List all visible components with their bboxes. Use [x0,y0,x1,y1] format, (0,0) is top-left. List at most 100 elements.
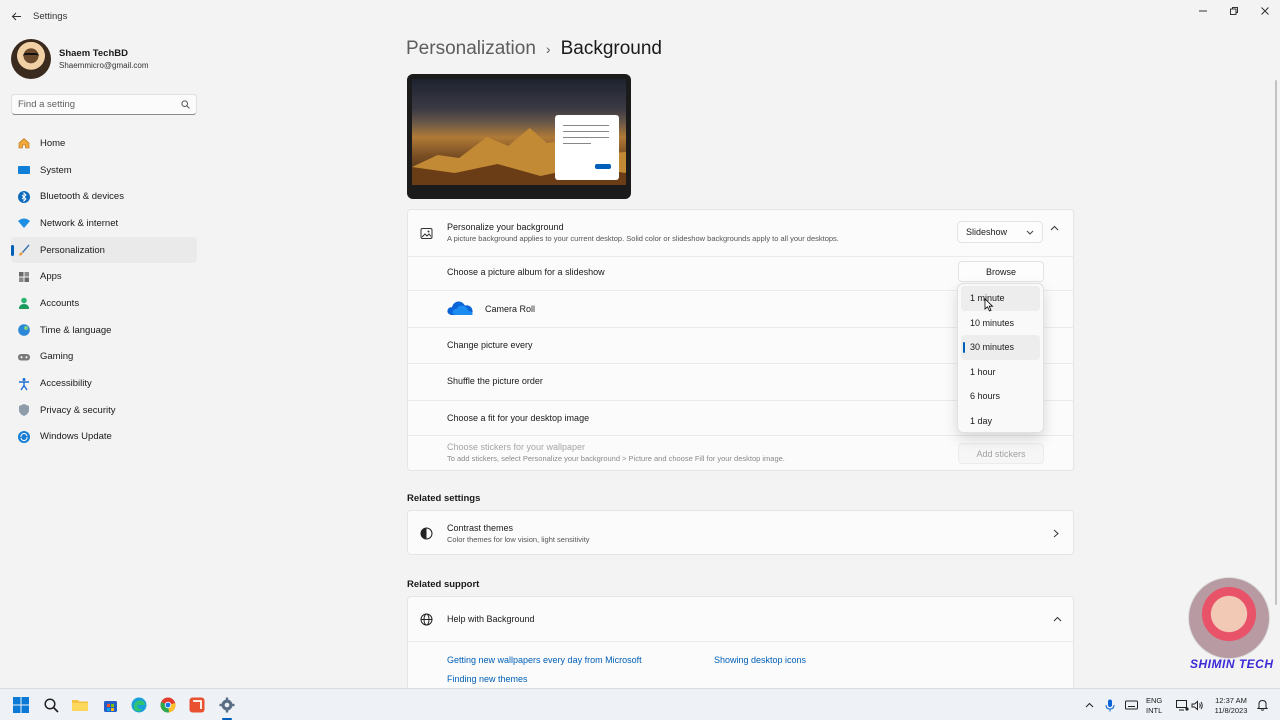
link-desktop-icons[interactable]: Showing desktop icons [714,655,806,665]
sidebar-item-windows-update[interactable]: Windows Update [11,424,197,451]
mouse-cursor-icon [984,298,994,312]
start-button[interactable] [12,696,30,714]
browse-button[interactable]: Browse [958,261,1044,282]
bell-icon [1256,699,1268,711]
sidebar-item-home[interactable]: Home [11,130,197,157]
sidebar-item-label: Accounts [40,297,80,309]
sidebar-item-gaming[interactable]: Gaming [11,344,197,371]
store-button[interactable] [101,696,119,714]
wifi-icon [17,216,31,230]
preview-window [555,115,619,180]
background-mode-dropdown[interactable]: Slideshow [957,221,1043,243]
title-bar: Settings [0,0,1280,32]
clock[interactable]: 12:37 AM 11/8/2023 [1210,696,1252,716]
preview-image [412,79,626,185]
sidebar-item-label: Gaming [40,351,74,363]
sidebar-item-label: Home [40,137,66,149]
sidebar-nav: Home System Bluetooth & devices Network … [11,130,197,450]
language-code: ENG [1146,696,1163,705]
clock-date: 11/8/2023 [1214,706,1248,715]
sidebar-item-label: Time & language [40,324,112,336]
link-new-themes[interactable]: Finding new themes [447,674,528,684]
edge-button[interactable] [130,696,148,714]
windows-logo-icon [13,697,29,713]
chevron-up-icon[interactable] [1053,616,1062,622]
interval-option[interactable]: 1 minute [961,286,1040,311]
sidebar-item-accessibility[interactable]: Accessibility [11,370,197,397]
sidebar-item-label: System [40,164,72,176]
user-profile[interactable]: Shaem TechBD Shaemmicro@gmail.com [11,39,148,79]
search-input[interactable] [18,99,181,110]
sidebar-item-label: Network & internet [40,217,119,229]
input-language-indicator[interactable]: ENG INTL [1146,696,1162,716]
sidebar-item-personalization[interactable]: Personalization [11,236,197,264]
restore-button[interactable] [1218,0,1249,22]
link-new-wallpapers[interactable]: Getting new wallpapers every day from Mi… [447,655,642,665]
apps-icon [17,270,31,284]
volume-button[interactable] [1188,696,1206,714]
stickers-subtitle: To add stickers, select Personalize your… [447,454,785,463]
sidebar-item-apps[interactable]: Apps [11,263,197,290]
sidebar-item-label: Privacy & security [40,404,116,416]
back-button[interactable] [0,0,32,32]
gear-icon [219,697,235,713]
album-name: Camera Roll [485,304,536,314]
sidebar-item-system[interactable]: System [11,157,197,184]
interval-option[interactable]: 10 minutes [961,311,1040,336]
avatar [11,39,51,79]
sidebar-item-network[interactable]: Network & internet [11,210,197,237]
volume-icon [1191,699,1203,711]
sidebar-item-privacy[interactable]: Privacy & security [11,397,197,424]
picture-icon [420,227,433,239]
settings-search[interactable] [11,94,197,115]
shuffle-label: Shuffle the picture order [447,376,543,386]
sidebar-item-time-language[interactable]: Time & language [11,317,197,344]
chrome-button[interactable] [159,696,177,714]
home-icon [17,136,31,150]
interval-option[interactable]: 6 hours [961,384,1040,409]
interval-option-selected[interactable]: 30 minutes [961,335,1040,360]
recording-app-button[interactable] [188,696,206,714]
scrollbar[interactable] [1275,80,1277,605]
keyboard-button[interactable] [1122,696,1140,714]
contrast-themes-card[interactable]: Contrast themes Color themes for low vis… [407,510,1074,555]
tray-overflow-button[interactable] [1080,696,1098,714]
microphone-icon [1105,699,1115,711]
help-background-title[interactable]: Help with Background [447,614,535,624]
minimize-button[interactable] [1187,0,1218,22]
update-icon [17,430,31,444]
breadcrumb-parent[interactable]: Personalization [406,38,536,60]
contrast-themes-title: Contrast themes [447,523,514,533]
interval-option[interactable]: 1 hour [961,360,1040,385]
contrast-themes-subtitle: Color themes for low vision, light sensi… [447,535,590,544]
change-picture-label: Change picture every [447,340,533,350]
keyboard-layout: INTL [1146,706,1163,715]
sidebar-item-label: Personalization [40,244,105,256]
chevron-up-icon[interactable] [1050,225,1059,231]
app-icon [189,697,205,713]
interval-option[interactable]: 1 day [961,409,1040,434]
settings-taskbar-button[interactable] [218,696,236,714]
taskbar-search-button[interactable] [42,696,60,714]
search-icon[interactable] [181,100,190,109]
restore-icon [1229,7,1238,15]
background-preview [407,74,631,199]
microphone-button[interactable] [1101,696,1119,714]
sidebar-item-bluetooth[interactable]: Bluetooth & devices [11,183,197,210]
stickers-label: Choose stickers for your wallpaper [447,442,586,452]
add-stickers-button: Add stickers [958,443,1044,464]
sidebar-item-accounts[interactable]: Accounts [11,290,197,317]
help-globe-icon [420,613,433,626]
profile-email: Shaemmicro@gmail.com [59,61,149,70]
personalize-background-title: Personalize your background [447,222,564,232]
sidebar-item-label: Accessibility [40,378,92,390]
file-explorer-button[interactable] [71,696,89,714]
related-support-heading: Related support [407,579,480,590]
breadcrumb-separator-icon: › [545,41,551,57]
window-controls [1187,0,1280,22]
close-button[interactable] [1249,0,1280,22]
accounts-icon [17,296,31,310]
folder-icon [72,700,88,711]
notifications-button[interactable] [1253,696,1271,714]
brush-icon [17,243,31,257]
